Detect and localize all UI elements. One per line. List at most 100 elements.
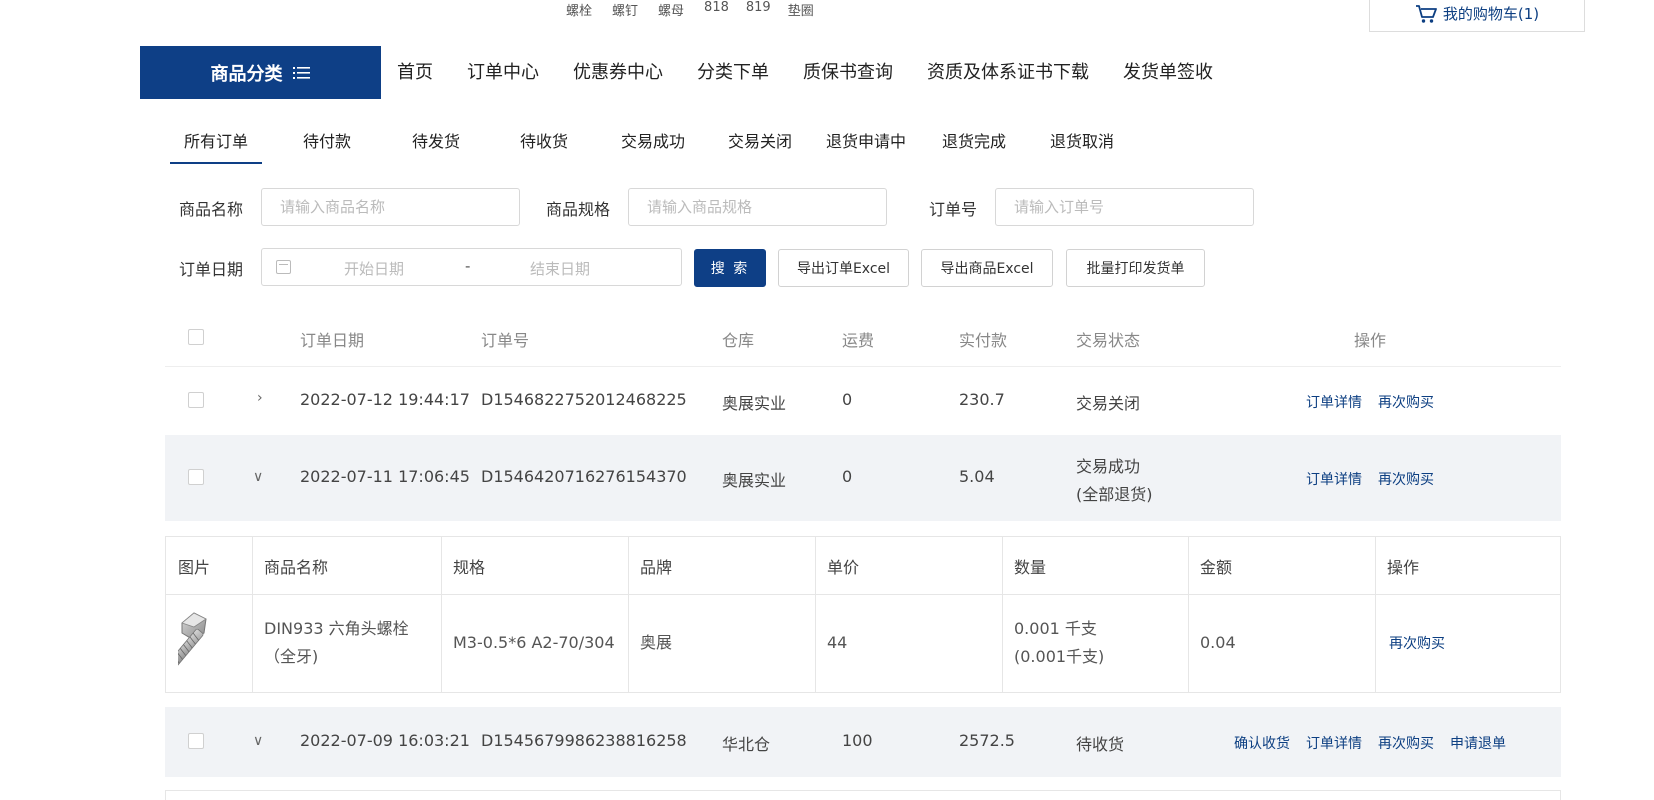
spec-label: 商品规格	[546, 200, 611, 219]
tab-pending-receipt[interactable]: 待收货	[520, 130, 568, 164]
nav-item-certificates[interactable]: 资质及体系证书下载	[927, 58, 1089, 84]
chevron-down-icon[interactable]: ∨	[253, 733, 263, 749]
row-checkbox[interactable]	[188, 733, 204, 749]
detail-header-image: 图片	[178, 558, 211, 577]
detail-header-name: 商品名称	[264, 558, 329, 577]
detail-header-actions: 操作	[1387, 558, 1420, 577]
select-all-checkbox[interactable]	[188, 329, 204, 345]
header-divider	[166, 594, 1560, 595]
start-date-input[interactable]: 开始日期	[344, 258, 404, 279]
chevron-right-icon[interactable]: ›	[257, 390, 263, 406]
order-no: D1545679986238816258	[481, 731, 687, 750]
order-no: D1546420716276154370	[481, 467, 687, 486]
product-name-note: （全牙)	[264, 647, 319, 666]
order-status: 交易关闭	[1076, 394, 1141, 413]
order-row: ∨ 2022-07-09 16:03:21 D15456799862388162…	[165, 707, 1561, 777]
order-detail-table: 图片 商品名称 规格 品牌 单价 数量 金额 操作 DIN933 六角头螺栓 （…	[165, 536, 1561, 693]
detail-header-amount: 金额	[1200, 558, 1233, 577]
date-range-picker[interactable]: 开始日期 - 结束日期	[261, 248, 682, 286]
order-status: 待收货	[1076, 735, 1125, 754]
order-no: D1546822752012468225	[481, 390, 687, 409]
tab-return-cancelled[interactable]: 退货取消	[1050, 130, 1114, 164]
order-row: › 2022-07-12 19:44:17 D15468227520124682…	[165, 368, 1561, 434]
header-actions: 操作	[1354, 331, 1387, 350]
export-products-button[interactable]: 导出商品Excel	[921, 249, 1053, 287]
paid-amount: 230.7	[959, 390, 1005, 409]
tab-return-completed[interactable]: 退货完成	[942, 130, 1006, 164]
order-detail-link[interactable]: 订单详情	[1306, 733, 1362, 753]
shipping-fee: 0	[842, 467, 853, 486]
confirm-receipt-link[interactable]: 确认收货	[1234, 733, 1290, 753]
header-order-no: 订单号	[481, 331, 530, 350]
order-detail-link[interactable]: 订单详情	[1306, 469, 1362, 489]
category-label: 商品分类	[210, 63, 283, 85]
buy-again-link[interactable]: 再次购买	[1389, 633, 1445, 653]
nav-item-category-order[interactable]: 分类下单	[697, 58, 769, 84]
unit-price: 44	[827, 633, 848, 652]
order-status-note: (全部退货)	[1076, 485, 1153, 504]
order-no-input[interactable]	[995, 188, 1254, 226]
header-status: 交易状态	[1076, 331, 1141, 350]
column-divider	[1188, 537, 1189, 692]
category-menu-button[interactable]: 商品分类	[140, 46, 381, 99]
buy-again-link[interactable]: 再次购买	[1378, 469, 1434, 489]
cart-button[interactable]: 我的购物车(1)	[1369, 0, 1585, 32]
warehouse: 奥展实业	[722, 471, 787, 490]
nav-item-coupons[interactable]: 优惠券中心	[573, 58, 663, 84]
nav-item-orders[interactable]: 订单中心	[467, 58, 539, 84]
column-divider	[1002, 537, 1003, 692]
detail-header-brand: 品牌	[640, 558, 673, 577]
detail-header-unit-price: 单价	[827, 558, 860, 577]
column-divider	[252, 537, 253, 692]
date-separator: -	[465, 257, 471, 275]
end-date-input[interactable]: 结束日期	[530, 258, 590, 279]
tab-completed[interactable]: 交易成功	[621, 130, 685, 164]
quick-link[interactable]: 螺栓	[566, 0, 592, 19]
header-paid: 实付款	[959, 331, 1008, 350]
buy-again-link[interactable]: 再次购买	[1378, 733, 1434, 753]
buy-again-link[interactable]: 再次购买	[1378, 392, 1434, 412]
product-name-input[interactable]	[261, 188, 520, 226]
chevron-down-icon[interactable]: ∨	[253, 469, 263, 485]
order-detail-link[interactable]: 订单详情	[1306, 392, 1362, 412]
header-order-date: 订单日期	[300, 331, 365, 350]
search-button[interactable]: 搜 索	[694, 249, 766, 287]
header-warehouse: 仓库	[722, 331, 755, 350]
header-shipping: 运费	[842, 331, 875, 350]
calendar-icon	[276, 260, 291, 274]
nav-item-delivery-sign[interactable]: 发货单签收	[1123, 58, 1213, 84]
detail-header-spec: 规格	[453, 558, 486, 577]
main-nav: 首页 订单中心 优惠券中心 分类下单 质保书查询 资质及体系证书下载 发货单签收	[397, 58, 1247, 84]
quick-link[interactable]: 819	[746, 0, 771, 18]
quick-link[interactable]: 818	[704, 0, 729, 18]
nav-item-warranty[interactable]: 质保书查询	[803, 58, 893, 84]
request-refund-link[interactable]: 申请退单	[1450, 733, 1506, 753]
paid-amount: 5.04	[959, 467, 995, 486]
spec-input[interactable]	[628, 188, 887, 226]
order-date-label: 订单日期	[179, 260, 244, 279]
order-date: 2022-07-12 19:44:17	[300, 390, 470, 409]
top-quick-links: 螺栓 螺钉 螺母 818 819 垫圈	[566, 0, 834, 19]
quantity-note: (0.001千支)	[1014, 647, 1105, 666]
list-icon	[292, 66, 310, 79]
warehouse: 华北仓	[722, 735, 771, 754]
next-detail-table-edge	[165, 790, 1561, 800]
tab-pending-payment[interactable]: 待付款	[303, 130, 351, 164]
batch-print-button[interactable]: 批量打印发货单	[1066, 249, 1205, 287]
tab-return-requested[interactable]: 退货申请中	[826, 130, 906, 164]
export-orders-button[interactable]: 导出订单Excel	[778, 249, 909, 287]
column-divider	[441, 537, 442, 692]
tab-closed[interactable]: 交易关闭	[728, 130, 792, 164]
quick-link[interactable]: 垫圈	[788, 0, 814, 19]
row-checkbox[interactable]	[188, 392, 204, 408]
quick-link[interactable]: 螺钉	[612, 0, 638, 19]
tab-all-orders[interactable]: 所有订单	[170, 130, 263, 164]
row-checkbox[interactable]	[188, 469, 204, 485]
tab-pending-shipment[interactable]: 待发货	[412, 130, 460, 164]
column-divider	[815, 537, 816, 692]
quick-link[interactable]: 螺母	[658, 0, 684, 19]
order-date: 2022-07-09 16:03:21	[300, 731, 470, 750]
nav-item-home[interactable]: 首页	[397, 58, 433, 84]
quantity: 0.001 千支	[1014, 619, 1097, 638]
order-status: 交易成功	[1076, 457, 1141, 476]
